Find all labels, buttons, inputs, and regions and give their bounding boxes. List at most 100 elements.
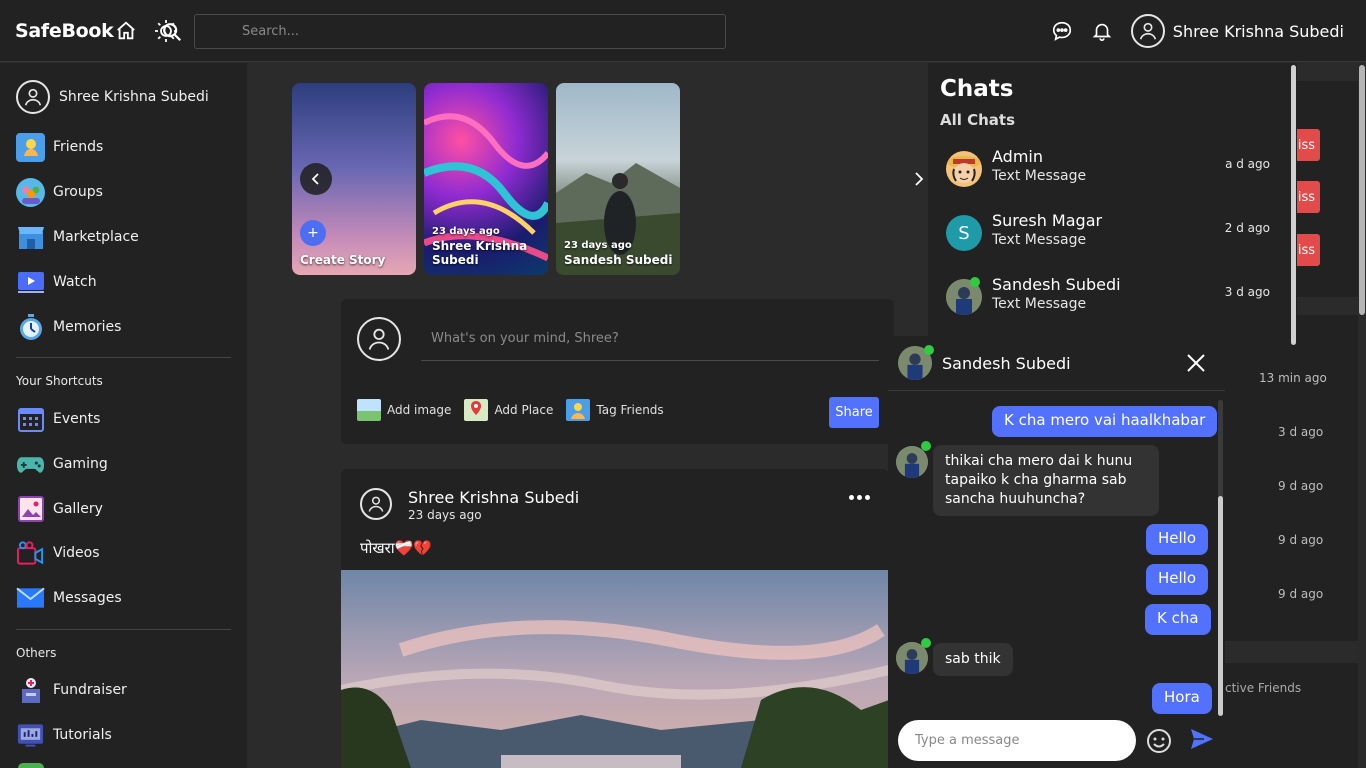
sidebar-item-messages[interactable]: Messages	[16, 583, 122, 613]
feed-post: Shree Krishna Subedi 23 days ago पोखरा❤️…	[341, 469, 889, 768]
page-scrollbar-thumb[interactable]	[1359, 65, 1365, 315]
top-user-name[interactable]: Shree Krishna Subedi	[1173, 22, 1344, 41]
messenger-icon[interactable]	[1051, 20, 1073, 42]
chat-time: a d ago	[1225, 157, 1270, 171]
post-text: पोखरा❤️‍🩹💔	[360, 539, 433, 557]
marketplace-icon	[16, 223, 45, 252]
gallery-icon	[16, 495, 45, 524]
story-add-button[interactable]: +	[300, 220, 326, 246]
message-input[interactable]	[898, 720, 1136, 761]
story-card[interactable]: 23 days ago Sandesh Subedi	[556, 83, 680, 275]
sidebar-item-gallery[interactable]: Gallery	[16, 494, 103, 524]
composer-input[interactable]	[421, 321, 879, 361]
chat-partner-name: Sandesh Subedi	[942, 354, 1071, 373]
story-card[interactable]: 23 days ago Shree Krishna Subedi	[424, 83, 548, 275]
tag-friends-button[interactable]: Tag Friends	[566, 399, 664, 421]
online-status-dot	[921, 638, 931, 648]
fundraiser-icon	[16, 676, 45, 705]
create-story-label: Create Story	[300, 253, 386, 267]
sidebar-profile[interactable]: Shree Krishna Subedi	[16, 80, 209, 114]
post-timestamp: 23 days ago	[408, 508, 482, 522]
chat-name: Sandesh Subedi	[992, 275, 1121, 294]
home-icon[interactable]	[113, 18, 139, 44]
activity-time: 13 min ago	[1259, 371, 1327, 385]
sidebar-item-label: Messages	[53, 590, 122, 606]
chevron-right-icon	[915, 172, 924, 186]
dismiss-label: iss	[1297, 137, 1315, 153]
story-prev-button[interactable]	[300, 163, 332, 195]
sidebar-item-groups[interactable]: Groups	[16, 177, 103, 207]
chat-scrollbar-thumb[interactable]	[1218, 496, 1223, 716]
close-icon[interactable]	[1186, 353, 1206, 377]
add-image-label: Add image	[387, 403, 452, 417]
chat-list-item[interactable]: Admin Text Message a d ago	[946, 147, 1276, 191]
post-image[interactable]	[341, 570, 889, 768]
chat-name: Suresh Magar	[992, 211, 1103, 230]
sender-avatar-icon	[896, 446, 928, 478]
sent-message: K cha mero vai haalkhabar	[992, 406, 1218, 437]
gaming-icon	[16, 450, 45, 479]
sidebar-item-marketplace[interactable]: Marketplace	[16, 222, 139, 252]
memories-icon	[16, 313, 45, 342]
chat-preview: Text Message	[992, 296, 1087, 312]
shortcuts-heading: Your Shortcuts	[16, 374, 103, 388]
story-next-button[interactable]	[912, 171, 926, 191]
search-input[interactable]	[242, 24, 692, 39]
admin-avatar-icon	[946, 151, 982, 187]
sidebar-item-label: Watch	[53, 274, 97, 290]
sidebar-item-fundraiser[interactable]: Fundraiser	[16, 675, 127, 705]
story-meta: 23 days ago Sandesh Subedi	[564, 239, 673, 267]
sidebar-item-watch[interactable]: Watch	[16, 267, 97, 297]
sidebar-item-events[interactable]: Events	[16, 404, 100, 434]
sidebar-item-tutorials[interactable]: Tutorials	[16, 720, 112, 750]
chat-list-item[interactable]: Sandesh Subedi Text Message 3 d ago	[946, 275, 1276, 319]
online-status-dot	[924, 345, 934, 355]
chat-window: Sandesh Subedi K cha mero vai haalkhabar…	[888, 336, 1225, 768]
top-right-actions: Shree Krishna Subedi	[1051, 0, 1344, 62]
add-image-button[interactable]: Add image	[357, 399, 451, 421]
sidebar-item-label: Gallery	[53, 501, 103, 517]
sidebar-item-label: Events	[53, 411, 101, 427]
top-navbar: SafeBook Shree Krishna Subedi	[0, 0, 1366, 62]
online-status-dot	[921, 441, 931, 451]
app-logo[interactable]: SafeBook	[15, 20, 114, 42]
sidebar-item-label: Gaming	[53, 456, 108, 472]
post-author-name[interactable]: Shree Krishna Subedi	[408, 488, 579, 507]
post-options-icon[interactable]	[849, 495, 870, 500]
user-avatar-icon[interactable]	[1130, 14, 1165, 48]
notification-bell-icon[interactable]	[1091, 20, 1113, 42]
sidebar-item-friends[interactable]: Friends	[16, 132, 103, 162]
sidebar-item-videos[interactable]: Videos	[16, 538, 100, 568]
story-author: Shree Krishna Subedi	[432, 239, 528, 267]
online-status-dot	[970, 277, 980, 287]
sidebar-item-label: Marketplace	[53, 229, 139, 245]
received-message: thikai cha mero dai k hunu tapaiko k cha…	[933, 445, 1159, 516]
messages-icon	[16, 584, 45, 613]
profile-avatar-icon	[16, 80, 50, 114]
post-author-avatar-icon[interactable]	[360, 488, 392, 520]
dismiss-label: iss	[1297, 189, 1315, 205]
initial-avatar: S	[946, 215, 982, 251]
send-icon[interactable]	[1190, 728, 1214, 754]
online-friends-card	[1222, 663, 1358, 768]
add-place-button[interactable]: Add Place	[464, 399, 553, 421]
tutorials-icon	[16, 721, 45, 750]
sidebar-item-memories[interactable]: Memories	[16, 312, 121, 342]
emoji-icon[interactable]	[1146, 728, 1172, 758]
search-icon	[161, 21, 183, 47]
groups-icon	[16, 177, 45, 207]
page-scrollbar[interactable]	[1358, 63, 1366, 768]
sidebar-item-label: Tutorials	[53, 727, 112, 743]
chat-list-item[interactable]: S Suresh Magar Text Message 2 d ago	[946, 211, 1276, 255]
sent-message: K cha	[1145, 604, 1211, 635]
post-composer: Add image Add Place Tag Friends Share	[341, 299, 894, 444]
search-bar[interactable]	[163, 14, 726, 49]
tag-friends-icon	[566, 399, 591, 421]
chat-name: Admin	[992, 147, 1043, 166]
activity-time: 3 d ago	[1278, 425, 1324, 439]
chevron-left-icon	[311, 173, 319, 185]
activity-time: 9 d ago	[1278, 533, 1324, 547]
sidebar-item-gaming[interactable]: Gaming	[16, 449, 108, 479]
share-button[interactable]: Share	[829, 397, 879, 428]
chats-scrollbar[interactable]	[1291, 65, 1296, 345]
